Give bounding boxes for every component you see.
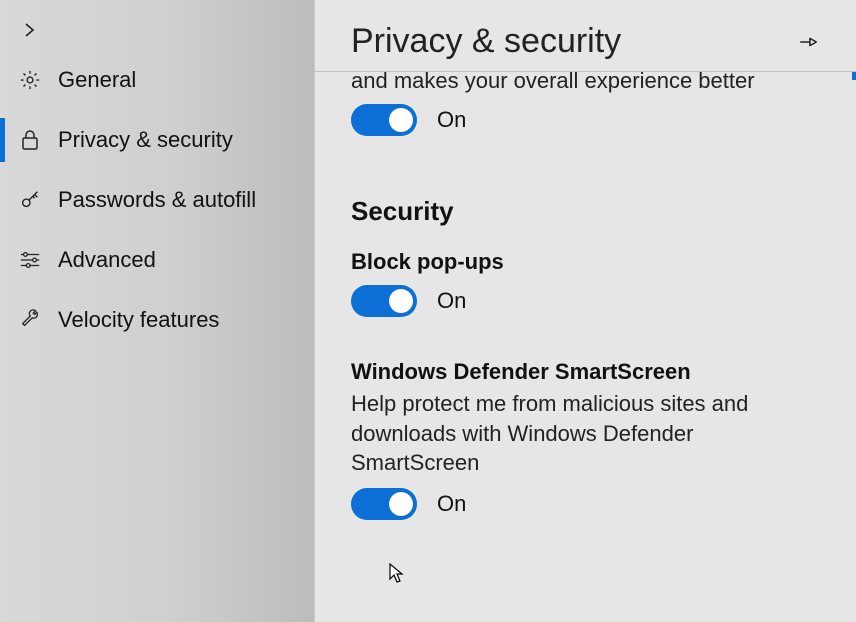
chevron-right-icon	[22, 22, 38, 38]
sidebar-item-label: Passwords & autofill	[58, 187, 314, 213]
settings-sidebar: General Privacy & security Passwords & a…	[0, 0, 314, 622]
toggle-knob	[389, 108, 413, 132]
sidebar-item-velocity-features[interactable]: Velocity features	[0, 290, 314, 350]
key-icon	[18, 189, 42, 211]
toggle-knob	[389, 289, 413, 313]
wrench-icon	[18, 309, 42, 331]
sidebar-item-privacy-security[interactable]: Privacy & security	[0, 110, 314, 170]
toggle-state-label: On	[437, 491, 466, 517]
toggle-knob	[389, 492, 413, 516]
partial-setting-desc: and makes your overall experience better	[351, 72, 820, 94]
toggle-block-popups[interactable]	[351, 285, 417, 317]
toggle-state-label: On	[437, 107, 466, 133]
toggle-smartscreen[interactable]	[351, 488, 417, 520]
toggle-state-label: On	[437, 288, 466, 314]
sidebar-item-label: Advanced	[58, 247, 314, 273]
page-header: Privacy & security	[315, 0, 856, 72]
settings-content: and makes your overall experience better…	[315, 72, 856, 614]
lock-icon	[18, 129, 42, 151]
setting-title-block-popups: Block pop-ups	[351, 249, 820, 275]
settings-main: Privacy & security and makes your overal…	[314, 0, 856, 622]
sidebar-item-general[interactable]: General	[0, 50, 314, 110]
sidebar-item-label: Privacy & security	[58, 127, 314, 153]
page-title: Privacy & security	[351, 22, 621, 61]
toggle-partial-setting[interactable]	[351, 104, 417, 136]
sidebar-item-advanced[interactable]: Advanced	[0, 230, 314, 290]
section-heading-security: Security	[351, 196, 820, 227]
pin-icon[interactable]	[798, 31, 820, 53]
sidebar-item-label: Velocity features	[58, 307, 314, 333]
gear-icon	[18, 69, 42, 91]
sidebar-item-label: General	[58, 67, 314, 93]
setting-title-smartscreen: Windows Defender SmartScreen	[351, 359, 820, 385]
sidebar-expand-row[interactable]	[0, 10, 314, 50]
setting-desc-smartscreen: Help protect me from malicious sites and…	[351, 389, 771, 478]
sliders-icon	[18, 250, 42, 270]
sidebar-item-passwords-autofill[interactable]: Passwords & autofill	[0, 170, 314, 230]
